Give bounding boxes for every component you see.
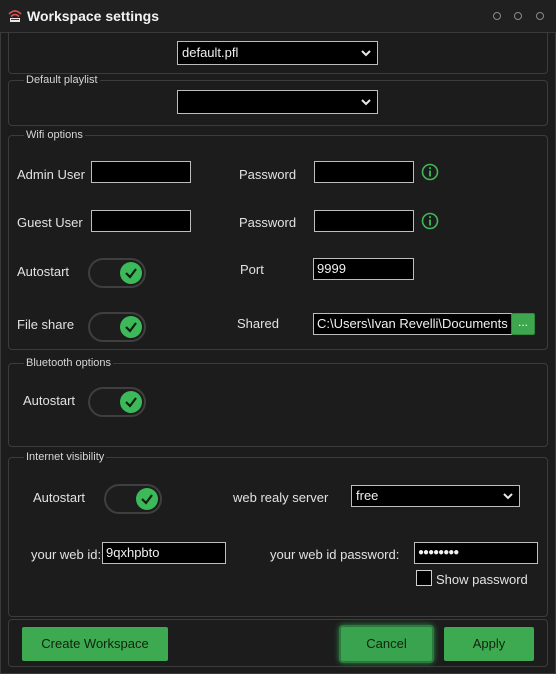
profile-select[interactable]: default.pfl: [177, 41, 378, 65]
checkmark-icon: [125, 322, 137, 333]
signal-icon: [8, 10, 22, 22]
file-share-toggle[interactable]: [88, 312, 146, 342]
web-id-input[interactable]: 9qxhpbto: [102, 542, 226, 564]
chevron-down-icon: [361, 99, 371, 106]
default-playlist-legend: Default playlist: [24, 74, 100, 86]
relay-server-select[interactable]: free: [351, 485, 520, 507]
admin-password-label: Password: [239, 167, 297, 182]
port-input[interactable]: 9999: [313, 258, 414, 280]
show-password-label: Show password: [436, 572, 528, 587]
info-icon[interactable]: [421, 212, 439, 230]
internet-visibility-group: [8, 457, 548, 617]
relay-server-value: free: [356, 488, 379, 503]
internet-visibility-legend: Internet visibility: [24, 451, 107, 463]
shared-label: Shared: [237, 316, 279, 331]
bluetooth-autostart-toggle[interactable]: [88, 387, 146, 417]
admin-user-label: Admin User: [17, 167, 85, 182]
guest-password-label: Password: [239, 215, 297, 230]
web-id-label: your web id:: [31, 547, 102, 562]
checkmark-icon: [125, 397, 137, 408]
maximize-button[interactable]: [514, 12, 522, 20]
guest-user-input[interactable]: [91, 210, 191, 232]
cancel-button[interactable]: Cancel: [341, 627, 432, 661]
browse-button[interactable]: ...: [511, 313, 535, 335]
internet-autostart-toggle[interactable]: [104, 484, 162, 514]
shared-path-input[interactable]: C:\Users\Ivan Revelli\Documents: [313, 313, 512, 335]
bluetooth-options-legend: Bluetooth options: [24, 357, 114, 369]
relay-server-label: web realy server: [233, 490, 329, 505]
minimize-button[interactable]: [493, 12, 501, 20]
window-title: Workspace settings: [27, 8, 160, 24]
web-id-password-input[interactable]: ●●●●●●●●: [414, 542, 538, 564]
internet-autostart-label: Autostart: [33, 490, 86, 505]
info-icon[interactable]: [421, 163, 439, 181]
wifi-options-legend: Wifi options: [24, 129, 85, 141]
chevron-down-icon: [361, 50, 371, 57]
checkmark-icon: [141, 494, 153, 505]
guest-user-label: Guest User: [17, 215, 83, 230]
guest-password-input[interactable]: [314, 210, 414, 232]
wifi-autostart-label: Autostart: [17, 264, 70, 279]
create-workspace-button[interactable]: Create Workspace: [22, 627, 168, 661]
show-password-checkbox[interactable]: [416, 570, 432, 586]
bluetooth-autostart-label: Autostart: [23, 393, 76, 408]
apply-button[interactable]: Apply: [444, 627, 534, 661]
playlist-select[interactable]: [177, 90, 378, 114]
profile-select-value: default.pfl: [182, 45, 239, 60]
file-share-label: File share: [17, 317, 75, 332]
wifi-autostart-toggle[interactable]: [88, 258, 146, 288]
chevron-down-icon: [503, 493, 513, 500]
admin-user-input[interactable]: [91, 161, 191, 183]
web-id-password-label: your web id password:: [270, 547, 400, 562]
admin-password-input[interactable]: [314, 161, 414, 183]
port-label: Port: [240, 262, 264, 277]
close-button[interactable]: [536, 12, 544, 20]
checkmark-icon: [125, 268, 137, 279]
title-bar: Workspace settings: [0, 0, 556, 32]
